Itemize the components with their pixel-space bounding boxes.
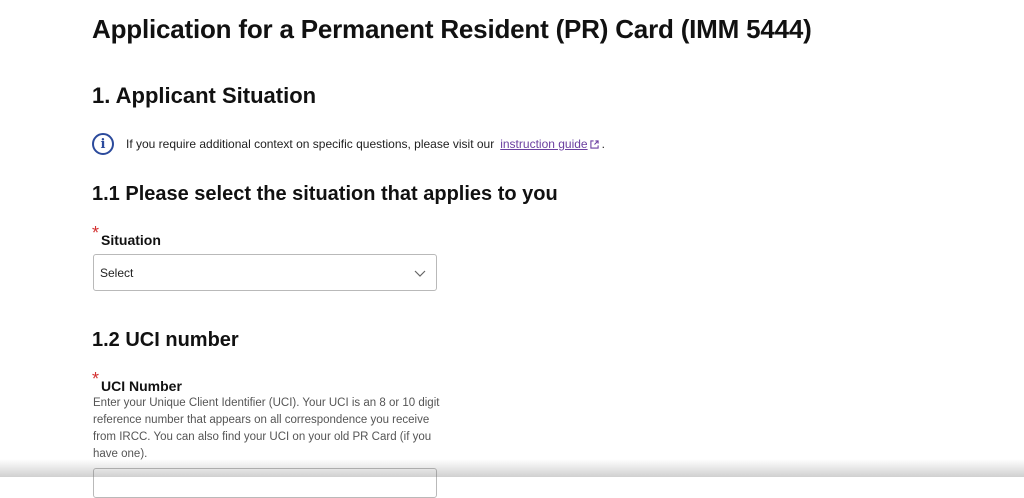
info-notice: i If you require additional context on s…: [92, 133, 605, 155]
situation-select-value: Select: [100, 265, 134, 280]
situation-select[interactable]: Select: [93, 254, 437, 291]
situation-label-row: * Situation: [92, 223, 161, 248]
uci-number-label: UCI Number: [101, 378, 182, 394]
required-indicator: *: [92, 369, 100, 389]
uci-number-input[interactable]: [93, 468, 437, 498]
info-trailing: .: [601, 137, 605, 151]
uci-help-text: Enter your Unique Client Identifier (UCI…: [93, 397, 440, 460]
page-title: Application for a Permanent Resident (PR…: [92, 14, 812, 44]
instruction-guide-link-label: instruction guide: [500, 137, 588, 151]
question-2-title: 1.2 UCI number: [92, 329, 239, 351]
required-indicator: *: [92, 223, 100, 243]
question-1-title: 1.1 Please select the situation that app…: [92, 183, 558, 205]
info-circle-icon: i: [92, 133, 114, 155]
instruction-guide-link[interactable]: instruction guide: [500, 137, 599, 151]
section-title: 1. Applicant Situation: [92, 83, 317, 108]
situation-label: Situation: [101, 232, 161, 248]
external-link-icon: [589, 140, 599, 149]
uci-label-row: * UCI Number: [92, 369, 182, 394]
info-text: If you require additional context on spe…: [126, 137, 495, 151]
chevron-down-icon: [414, 270, 426, 277]
